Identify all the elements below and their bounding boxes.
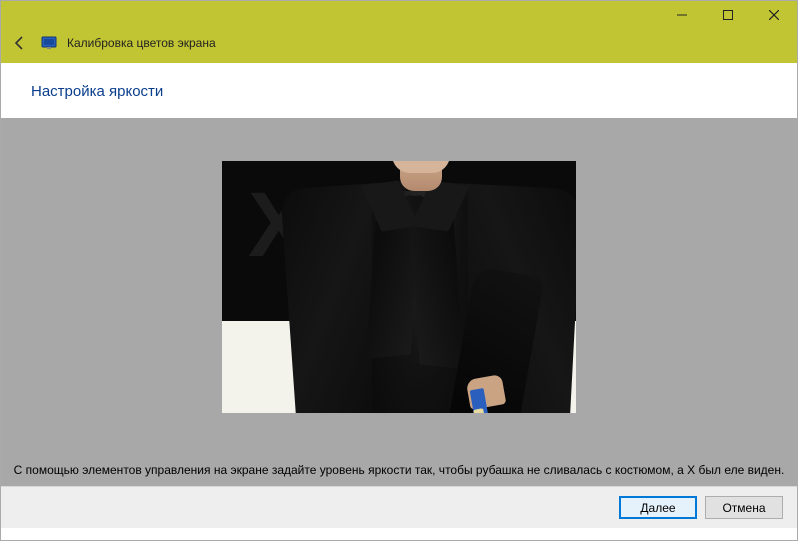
footer: Далее Отмена	[1, 486, 797, 528]
header-bar: Калибровка цветов экрана	[1, 29, 797, 63]
instruction-text: С помощью элементов управления на экране…	[12, 456, 787, 486]
app-icon	[41, 35, 57, 51]
page-title-area: Настройка яркости	[1, 63, 797, 118]
close-button[interactable]	[751, 1, 797, 29]
maximize-button[interactable]	[705, 1, 751, 29]
sample-image-container: X	[7, 118, 791, 456]
titlebar	[1, 1, 797, 29]
back-button[interactable]	[9, 32, 31, 54]
page-title: Настройка яркости	[31, 83, 767, 100]
next-button[interactable]: Далее	[619, 496, 697, 519]
content-area: X С помощью элементов управления на экра…	[1, 118, 797, 486]
cancel-button[interactable]: Отмена	[705, 496, 783, 519]
minimize-button[interactable]	[659, 1, 705, 29]
brightness-sample-image: X	[222, 161, 576, 413]
window-title: Калибровка цветов экрана	[67, 36, 216, 50]
